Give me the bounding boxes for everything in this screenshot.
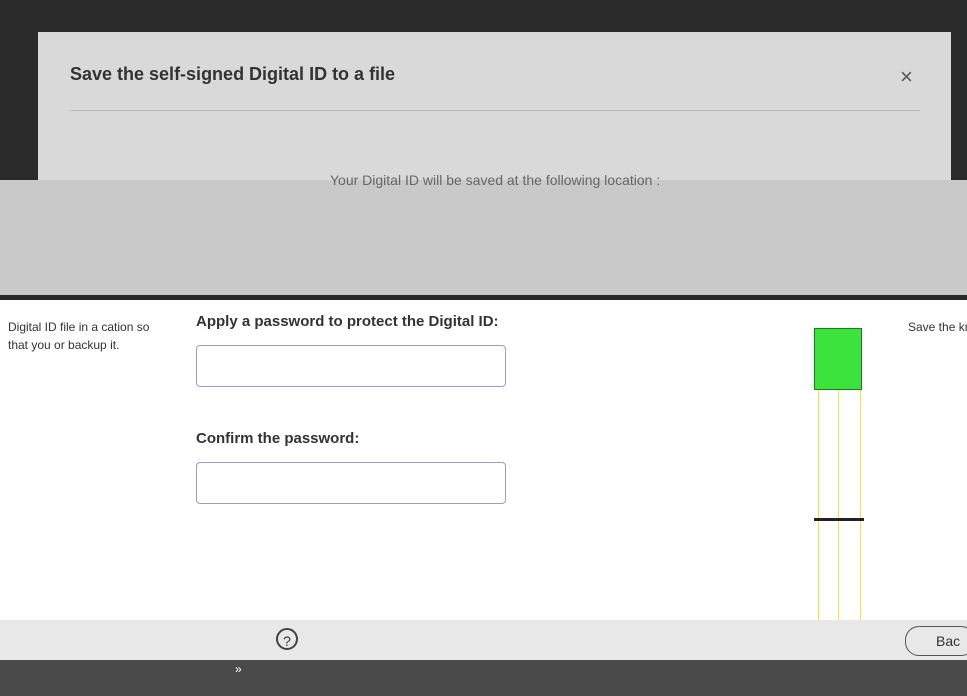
password-field[interactable] [196, 345, 506, 387]
background-overlap [0, 180, 967, 295]
bottom-toolbar [0, 660, 967, 696]
close-icon[interactable]: × [900, 64, 913, 90]
password-label: Apply a password to protect the Digital … [196, 313, 499, 330]
guide-line [860, 390, 861, 626]
right-side-text: Save the known lo can copy [908, 320, 967, 334]
confirm-password-field[interactable] [196, 462, 506, 504]
guide-line [838, 390, 839, 626]
confirm-password-label: Confirm the password: [196, 430, 360, 447]
guide-line [818, 390, 819, 626]
left-side-text: Digital ID file in a cation so that you … [8, 320, 150, 352]
help-icon[interactable]: ? [276, 628, 298, 650]
chevron-right-icon[interactable]: » [235, 662, 242, 676]
strength-meter [814, 328, 862, 390]
back-button[interactable]: Bac [905, 626, 967, 656]
location-text: Your Digital ID will be saved at the fol… [330, 172, 661, 188]
divider-mark [814, 518, 864, 521]
dialog-title: Save the self-signed Digital ID to a fil… [70, 64, 396, 84]
dialog-separator [70, 110, 920, 111]
